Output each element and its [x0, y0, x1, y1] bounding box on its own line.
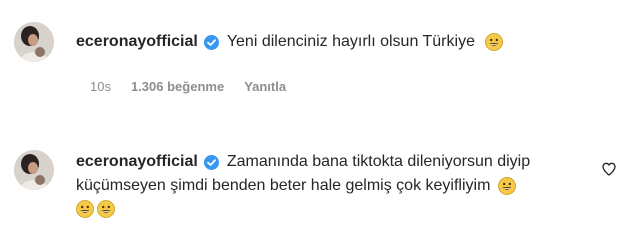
verified-badge-icon	[203, 154, 219, 170]
username[interactable]: eceronayofficial	[76, 32, 198, 52]
avatar[interactable]	[14, 22, 54, 62]
grinning-face-icon	[485, 33, 503, 51]
grinning-face-icon	[97, 200, 115, 218]
comment-text-line-2: küçümseyen şimdi benden beter hale gelmi…	[76, 177, 491, 194]
username[interactable]: eceronayofficial	[76, 152, 198, 172]
likes-count[interactable]: 1.306 beğenme	[131, 79, 224, 94]
heart-outline-icon[interactable]	[601, 161, 617, 177]
comment-text: Yeni dilenciniz hayırlı olsun Türkiye	[226, 33, 475, 50]
verified-badge-icon	[203, 34, 219, 50]
grinning-face-icon	[498, 177, 517, 195]
grinning-face-icon	[76, 200, 94, 218]
avatar[interactable]	[14, 150, 54, 190]
comment-time: 10s	[90, 79, 111, 94]
reply-button[interactable]: Yanıtla	[244, 79, 286, 94]
comment-text-line-1: Zamanında bana tiktokta dileniyorsun diy…	[226, 153, 531, 170]
